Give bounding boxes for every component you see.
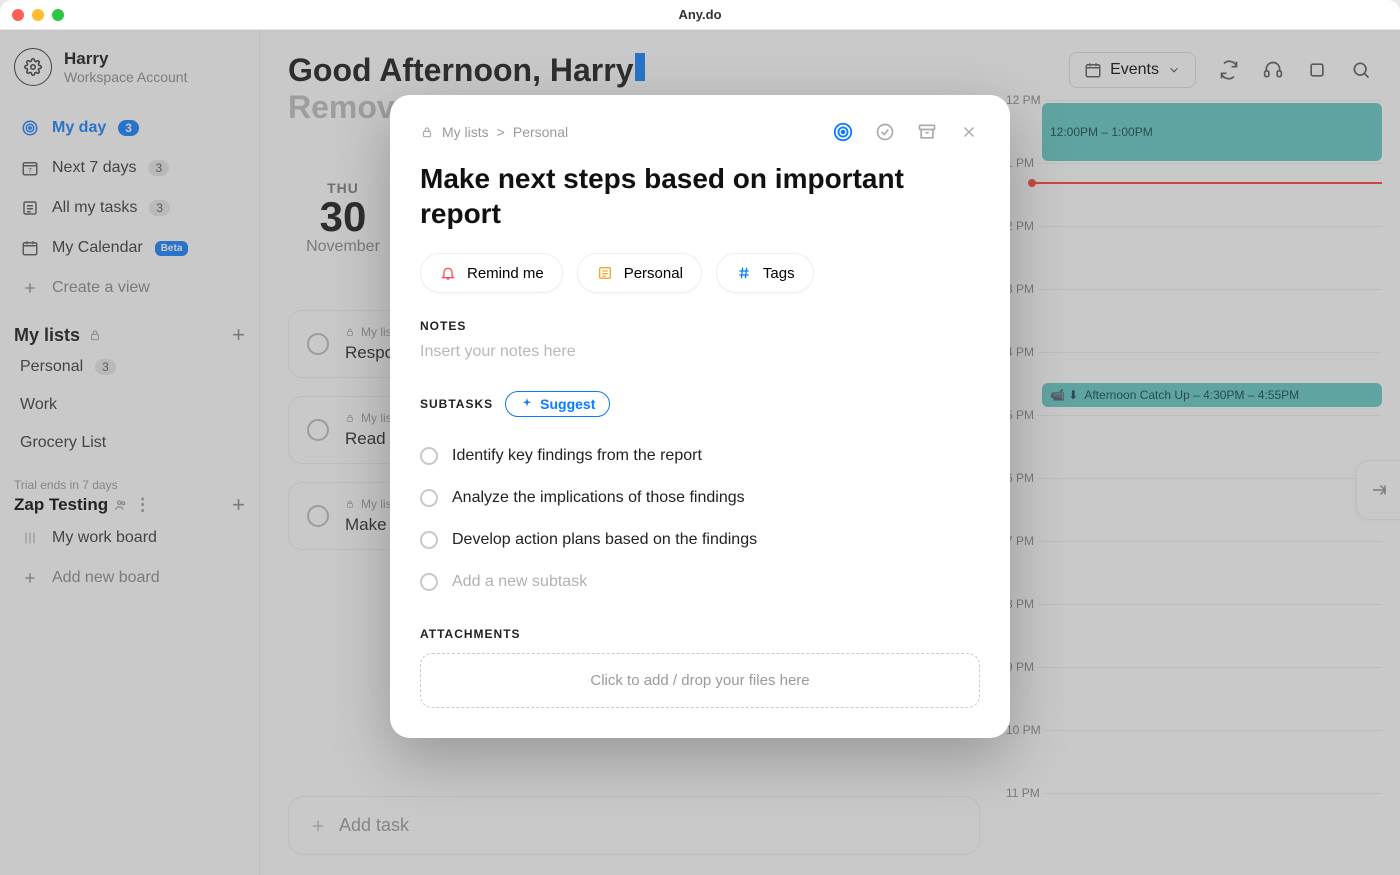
window-minimize-button[interactable] xyxy=(32,9,44,21)
add-subtask-input[interactable]: Add a new subtask xyxy=(420,561,980,603)
complete-icon[interactable] xyxy=(874,121,896,143)
hash-icon xyxy=(735,264,753,282)
lock-icon xyxy=(420,125,434,139)
window-close-button[interactable] xyxy=(12,9,24,21)
attachments-dropzone[interactable]: Click to add / drop your files here xyxy=(420,653,980,708)
notes-input[interactable]: Insert your notes here xyxy=(420,343,980,361)
subtask-checkbox xyxy=(420,573,438,591)
subtask-checkbox[interactable] xyxy=(420,447,438,465)
list-chip[interactable]: Personal xyxy=(577,253,702,293)
remind-me-chip[interactable]: Remind me xyxy=(420,253,563,293)
suggest-button[interactable]: Suggest xyxy=(505,391,610,417)
tags-chip[interactable]: Tags xyxy=(716,253,814,293)
subtask-checkbox[interactable] xyxy=(420,489,438,507)
archive-icon[interactable] xyxy=(916,121,938,143)
list-icon xyxy=(596,264,614,282)
subtask-item[interactable]: Identify key findings from the report xyxy=(420,435,980,477)
subtask-item[interactable]: Analyze the implications of those findin… xyxy=(420,477,980,519)
task-detail-modal: My lists > Personal Make next steps base… xyxy=(390,95,1010,738)
focus-icon[interactable] xyxy=(832,121,854,143)
window-title: Any.do xyxy=(678,7,721,22)
window-zoom-button[interactable] xyxy=(52,9,64,21)
titlebar: Any.do xyxy=(0,0,1400,30)
close-icon[interactable] xyxy=(958,121,980,143)
modal-breadcrumb[interactable]: My lists > Personal xyxy=(420,124,568,140)
sparkle-icon xyxy=(520,397,534,411)
subtask-item[interactable]: Develop action plans based on the findin… xyxy=(420,519,980,561)
subtasks-label: SUBTASKS xyxy=(420,397,493,411)
attachments-label: ATTACHMENTS xyxy=(420,627,980,641)
notes-label: NOTES xyxy=(420,319,980,333)
bell-icon xyxy=(439,264,457,282)
modal-title[interactable]: Make next steps based on important repor… xyxy=(420,161,980,231)
subtask-checkbox[interactable] xyxy=(420,531,438,549)
